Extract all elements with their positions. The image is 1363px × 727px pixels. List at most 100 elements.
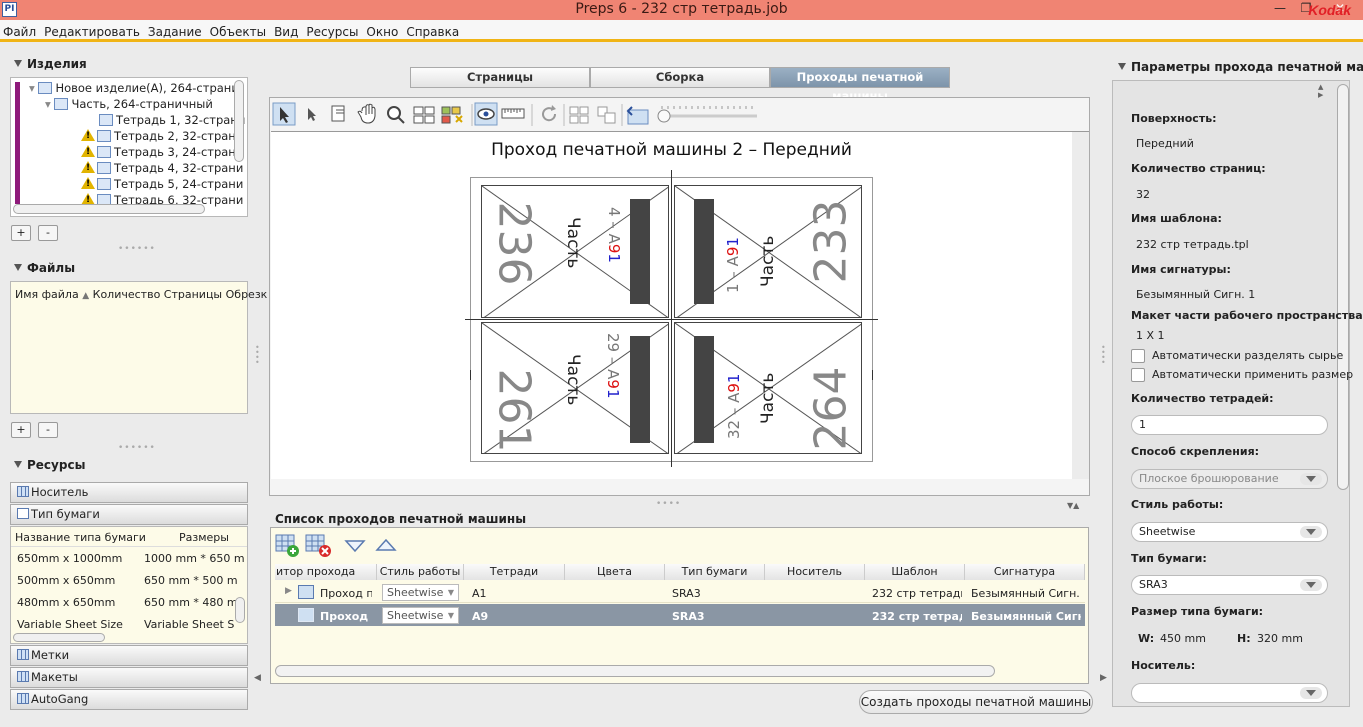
- horizontal-scrollbar[interactable]: [13, 633, 105, 642]
- work-style-select[interactable]: Sheetwise ▼: [382, 607, 459, 624]
- signature-icon: [97, 162, 111, 174]
- tab-pages[interactable]: Страницы: [410, 67, 590, 88]
- tree-item[interactable]: Тетрадь 2, 32-страни: [81, 129, 243, 143]
- hand-tool-icon[interactable]: [356, 104, 380, 128]
- remove-product-button[interactable]: -: [38, 225, 58, 241]
- col-work-style[interactable]: Стиль работы: [377, 564, 464, 580]
- tree-item[interactable]: ▾ Новое изделие(A), 264-страни: [29, 81, 239, 95]
- move-down-icon[interactable]: [343, 536, 367, 558]
- col-signature[interactable]: Сигнатура: [965, 564, 1085, 580]
- add-press-run-icon[interactable]: [274, 534, 302, 560]
- template-cell: 232 стр тетрадь.t: [872, 587, 962, 600]
- col-paper-type[interactable]: Тип бумаги: [665, 564, 765, 580]
- sigcount-input[interactable]: 1: [1131, 415, 1328, 435]
- col-template[interactable]: Шаблон: [865, 564, 965, 580]
- splitter-grip[interactable]: • • • •: [255, 344, 260, 367]
- splitter-handle[interactable]: ••••: [656, 499, 681, 509]
- col-filename[interactable]: Имя файла: [15, 288, 79, 301]
- overlap-icon[interactable]: [596, 104, 620, 128]
- expand-arrows-icon[interactable]: ▼▲: [1067, 501, 1079, 510]
- move-up-icon[interactable]: [374, 536, 398, 558]
- pointer-tool-icon[interactable]: [300, 104, 324, 128]
- work-style-select[interactable]: Sheetwise ▼: [382, 584, 459, 601]
- splitter-handle[interactable]: ••••••: [118, 244, 156, 254]
- paper-name: 650mm x 1000mm: [17, 552, 123, 565]
- resources-header[interactable]: Ресурсы: [14, 458, 85, 472]
- color-grid-icon[interactable]: [440, 104, 464, 128]
- paper-row[interactable]: Variable Sheet Size: [17, 618, 123, 631]
- paper-row[interactable]: 500mm x 650mm: [17, 574, 115, 587]
- collapse-right-icon[interactable]: ▶: [1100, 673, 1107, 683]
- preview-eye-icon[interactable]: [475, 104, 499, 128]
- paper-table[interactable]: Название типа бумаги Размеры 650mm x 100…: [10, 526, 248, 644]
- col-colors[interactable]: Цвета: [565, 564, 665, 580]
- paper-row[interactable]: 480mm x 650mm: [17, 596, 115, 609]
- select-tool-icon[interactable]: [272, 104, 296, 128]
- tree-item[interactable]: ▾ Часть, 264-страничный: [45, 97, 213, 111]
- minimize-icon[interactable]: —: [1268, 0, 1292, 18]
- sheet-cell[interactable]: 264 Часть 32 – A91: [674, 322, 862, 454]
- ruler-icon[interactable]: [502, 104, 526, 128]
- col-trim[interactable]: Обрезк: [226, 288, 268, 301]
- rotate-icon[interactable]: [535, 104, 559, 128]
- vertical-scrollbar[interactable]: [234, 80, 244, 162]
- tree-item[interactable]: Тетрадь 1, 32-страни: [99, 113, 245, 127]
- horizontal-scrollbar[interactable]: [13, 204, 205, 214]
- resource-layouts-bar[interactable]: Макеты: [10, 667, 248, 688]
- col-media[interactable]: Носитель: [765, 564, 865, 580]
- vertical-scrollbar[interactable]: [235, 597, 245, 623]
- splitter-grip[interactable]: • • • •: [1101, 344, 1106, 367]
- col-paper-name[interactable]: Название типа бумаги: [15, 531, 146, 544]
- signature-cell: Безымянный Сигн. 1: [971, 587, 1081, 600]
- media-dropdown[interactable]: [1131, 683, 1328, 703]
- products-tree[interactable]: ▾ Новое изделие(A), 264-страни ▾ Часть, …: [10, 77, 248, 217]
- resource-marks-bar[interactable]: Метки: [10, 645, 248, 666]
- vertical-scrollbar[interactable]: [1337, 84, 1349, 490]
- horizontal-scrollbar[interactable]: [275, 665, 995, 677]
- resource-paper-bar[interactable]: Тип бумаги: [10, 504, 248, 525]
- fold-label: 32 – A91: [725, 349, 743, 439]
- splitter-handle[interactable]: ••••••: [118, 443, 156, 453]
- files-header[interactable]: Файлы: [14, 261, 75, 275]
- col-paper-size[interactable]: Размеры: [179, 531, 229, 544]
- paper-row[interactable]: 650mm x 1000mm: [17, 552, 122, 565]
- col-pages[interactable]: Страницы: [164, 288, 222, 301]
- paper-icon: [17, 508, 29, 519]
- page-tool-icon[interactable]: [328, 104, 352, 128]
- zoom-slider[interactable]: [658, 104, 760, 128]
- files-table[interactable]: Имя файла ▲ Количество Страницы Обрезк: [10, 281, 267, 414]
- add-product-button[interactable]: +: [11, 225, 31, 241]
- remove-file-button[interactable]: -: [38, 422, 58, 438]
- resource-autogang-bar[interactable]: AutoGang: [10, 689, 248, 710]
- collapse-left-icon[interactable]: ◀: [254, 673, 261, 683]
- sheet-cell[interactable]: 236 Часть 4 – A91: [481, 185, 669, 318]
- pages-label: Количество страниц:: [1131, 162, 1266, 175]
- sheet-cell[interactable]: 233 Часть 1 – A91: [674, 185, 862, 318]
- expand-icon[interactable]: ▶: [285, 586, 292, 596]
- scroll-arrows-icon[interactable]: ▲ ▶: [1318, 83, 1323, 99]
- flip-icon[interactable]: [628, 104, 652, 128]
- params-header[interactable]: Параметры прохода печатной маши: [1118, 60, 1363, 74]
- work-style-dropdown[interactable]: Sheetwise: [1131, 522, 1328, 542]
- tab-press-runs[interactable]: Проходы печатной машины: [770, 67, 950, 103]
- sheet-cell[interactable]: 261 Часть 29 – A91: [481, 322, 669, 454]
- grid-tool-icon[interactable]: [412, 104, 436, 128]
- tree-item[interactable]: Тетрадь 4, 32-страни: [81, 161, 243, 175]
- tree-item[interactable]: Тетрадь 5, 24-страни: [81, 177, 243, 191]
- zoom-tool-icon[interactable]: [384, 104, 408, 128]
- create-press-runs-button[interactable]: Создать проходы печатной машины: [859, 690, 1093, 714]
- col-signatures[interactable]: Тетради: [464, 564, 565, 580]
- tree-item[interactable]: Тетрадь 3, 24-страни: [81, 145, 243, 159]
- products-header[interactable]: Изделия: [14, 57, 87, 71]
- col-count[interactable]: Количество: [93, 288, 161, 301]
- binding-select[interactable]: Плоское брошюрование: [1131, 469, 1328, 489]
- paper-type-dropdown[interactable]: SRA3: [1131, 575, 1328, 595]
- auto-split-checkbox[interactable]: [1131, 349, 1145, 363]
- col-press-run[interactable]: итор прохода печать: [275, 564, 377, 594]
- auto-size-checkbox[interactable]: [1131, 368, 1145, 382]
- delete-press-run-icon[interactable]: [305, 534, 333, 560]
- resource-media-bar[interactable]: Носитель: [10, 482, 248, 503]
- layout-grid-icon[interactable]: [568, 104, 592, 128]
- tab-assembly[interactable]: Сборка: [590, 67, 770, 88]
- add-file-button[interactable]: +: [11, 422, 31, 438]
